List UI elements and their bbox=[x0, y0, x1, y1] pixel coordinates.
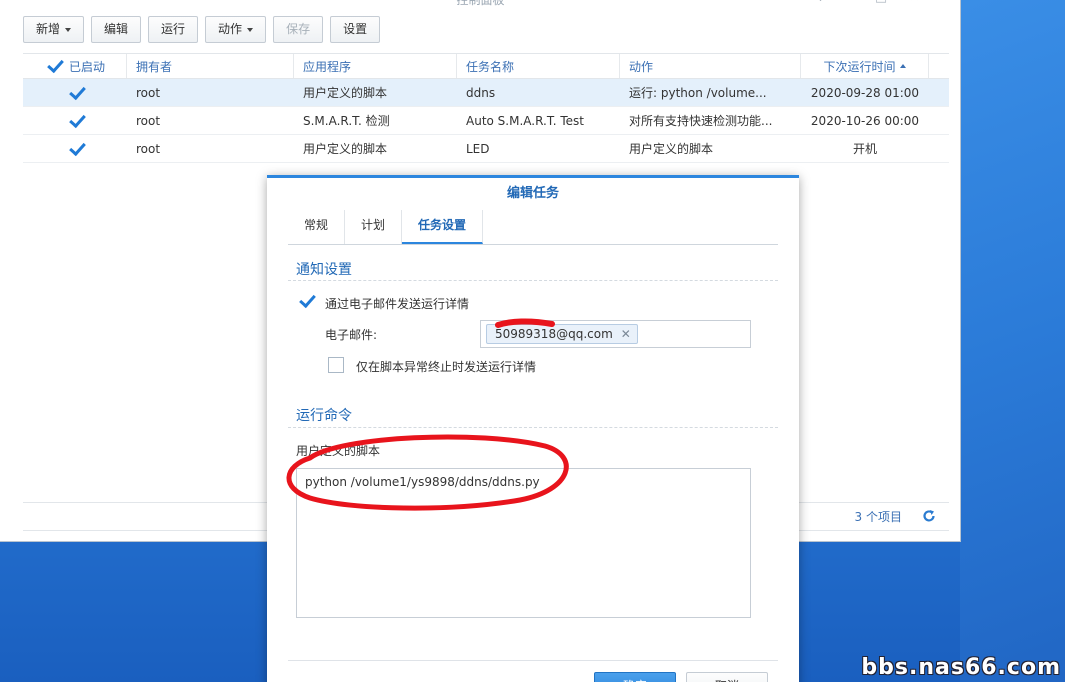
email-tag[interactable]: 50989318@qq.com ✕ bbox=[486, 324, 638, 344]
section-divider bbox=[288, 280, 778, 281]
email-checkbox[interactable] bbox=[299, 294, 315, 310]
email-field-label: 电子邮件: bbox=[325, 328, 378, 342]
section-divider bbox=[288, 427, 778, 428]
action-button[interactable]: 动作 bbox=[205, 16, 267, 43]
row-task-name: ddns bbox=[466, 85, 496, 100]
header-task-name[interactable]: 任务名称 bbox=[457, 54, 620, 78]
header-application[interactable]: 应用程序 bbox=[294, 54, 457, 78]
row-enabled-cell[interactable] bbox=[23, 107, 127, 134]
task-table: 已启动 拥有者 应用程序 任务名称 动作 下次运行时间 root 用户定义的脚本… bbox=[23, 53, 949, 163]
create-button-label: 新增 bbox=[36, 22, 61, 36]
script-textarea[interactable]: python /volume1/ys9898/ddns/ddns.py bbox=[296, 468, 751, 618]
dialog-tabs: 常规 计划 任务设置 bbox=[288, 210, 778, 245]
table-header: 已启动 拥有者 应用程序 任务名称 动作 下次运行时间 bbox=[23, 53, 949, 79]
row-next-run: 2020-09-28 01:00 bbox=[810, 85, 920, 100]
row-action: 用户定义的脚本 bbox=[629, 142, 714, 156]
row-next-run: 开机 bbox=[852, 142, 877, 156]
notify-section-title: 通知设置 bbox=[296, 262, 352, 278]
table-row[interactable]: root 用户定义的脚本 ddns 运行: python /volume... … bbox=[23, 79, 949, 107]
edit-button[interactable]: 编辑 bbox=[91, 16, 142, 43]
edit-task-dialog: 编辑任务 常规 计划 任务设置 通知设置 通过电子邮件发送运行详情 电子邮件: … bbox=[267, 175, 799, 682]
tab-schedule[interactable]: 计划 bbox=[345, 210, 403, 244]
settings-button[interactable]: 设置 bbox=[330, 16, 381, 43]
checkbox-checked-icon[interactable] bbox=[69, 113, 85, 129]
sort-ascending-icon bbox=[899, 64, 906, 68]
close-icon[interactable]: ✕ bbox=[621, 325, 631, 343]
email-tag-text: 50989318@qq.com bbox=[495, 327, 613, 341]
checkbox-checked-icon[interactable] bbox=[69, 141, 85, 157]
header-enabled[interactable]: 已启动 bbox=[23, 54, 127, 78]
row-action: 运行: python /volume... bbox=[629, 86, 767, 100]
row-application: S.M.A.R.T. 检测 bbox=[303, 114, 390, 128]
table-row[interactable]: root 用户定义的脚本 LED 用户定义的脚本 开机 bbox=[23, 135, 949, 163]
checkbox-checked-icon[interactable] bbox=[69, 85, 85, 101]
watermark: bbs.nas66.com bbox=[861, 655, 1061, 680]
toolbar: 新增 编辑 运行 动作 保存 设置 bbox=[23, 16, 381, 43]
header-spacer bbox=[929, 54, 949, 78]
tab-task-settings[interactable]: 任务设置 bbox=[402, 210, 484, 244]
action-button-label: 动作 bbox=[218, 22, 243, 36]
email-field[interactable]: 50989318@qq.com ✕ bbox=[480, 320, 751, 348]
header-owner[interactable]: 拥有者 bbox=[127, 54, 294, 78]
script-label: 用户定义的脚本 bbox=[296, 444, 381, 458]
row-task-name: LED bbox=[466, 141, 490, 156]
row-enabled-cell[interactable] bbox=[23, 135, 127, 162]
header-action[interactable]: 动作 bbox=[620, 54, 801, 78]
abnormal-checkbox[interactable] bbox=[328, 357, 344, 373]
save-button[interactable]: 保存 bbox=[273, 16, 324, 43]
dialog-footer-divider bbox=[288, 660, 778, 661]
row-action: 对所有支持快速检测功能... bbox=[629, 114, 773, 128]
row-enabled-cell[interactable] bbox=[23, 79, 127, 106]
row-owner: root bbox=[136, 113, 161, 128]
table-row[interactable]: root S.M.A.R.T. 检测 Auto S.M.A.R.T. Test … bbox=[23, 107, 949, 135]
header-next-run-label: 下次运行时间 bbox=[823, 59, 896, 74]
chevron-down-icon bbox=[65, 27, 72, 32]
window-controls[interactable]: ?–□✕ bbox=[817, 0, 942, 5]
row-application: 用户定义的脚本 bbox=[303, 86, 388, 100]
desktop-background bbox=[960, 0, 1065, 682]
refresh-icon[interactable] bbox=[922, 509, 936, 523]
row-task-name: Auto S.M.A.R.T. Test bbox=[466, 113, 584, 128]
command-section-title: 运行命令 bbox=[296, 408, 352, 424]
dialog-title: 编辑任务 bbox=[506, 186, 559, 201]
create-button[interactable]: 新增 bbox=[23, 16, 85, 43]
abnormal-checkbox-label: 仅在脚本异常终止时发送运行详情 bbox=[356, 360, 537, 374]
email-checkbox-label: 通过电子邮件发送运行详情 bbox=[325, 297, 470, 311]
script-text: python /volume1/ys9898/ddns/ddns.py bbox=[305, 475, 540, 489]
tab-general[interactable]: 常规 bbox=[288, 210, 346, 244]
cancel-button[interactable]: 取消 bbox=[686, 672, 768, 682]
row-next-run: 2020-10-26 00:00 bbox=[810, 113, 920, 128]
header-next-run[interactable]: 下次运行时间 bbox=[801, 54, 929, 78]
chevron-down-icon bbox=[247, 27, 254, 32]
item-count: 3 个项目 bbox=[854, 510, 902, 524]
run-button[interactable]: 运行 bbox=[148, 16, 199, 43]
header-enabled-label: 已启动 bbox=[69, 59, 106, 74]
row-application: 用户定义的脚本 bbox=[303, 142, 388, 156]
header-check-icon[interactable] bbox=[47, 58, 63, 74]
row-owner: root bbox=[136, 141, 161, 156]
ok-button[interactable]: 确定 bbox=[594, 672, 676, 682]
row-owner: root bbox=[136, 85, 161, 100]
